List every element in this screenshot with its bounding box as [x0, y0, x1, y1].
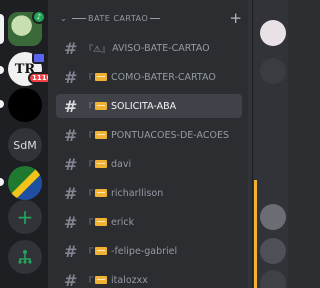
add-server-button[interactable]: + — [8, 200, 42, 234]
channel-prefix-decoration: 『 — [84, 189, 94, 200]
server-unread-indicator — [0, 100, 4, 108]
text-channel-icon: # — [64, 154, 78, 174]
category-header[interactable]: ⌄ BATE CARTAO + — [60, 8, 248, 28]
channel-item[interactable]: # 『 richarllison — [56, 181, 242, 205]
channel-prefix-decoration: 『 — [84, 131, 94, 142]
discover-servers-button[interactable] — [8, 240, 42, 274]
member-list-divider — [252, 0, 253, 288]
channel-item[interactable]: # 『 erick — [56, 210, 242, 234]
folder-icon — [95, 73, 108, 81]
channel-item[interactable]: # 『 SOLICITA-ABA — [56, 94, 242, 118]
channel-prefix-decoration: 『 — [84, 276, 94, 287]
channel-name: -felipe-gabriel — [111, 245, 178, 257]
member-avatar[interactable] — [260, 204, 286, 230]
channel-item[interactable]: # 『 PONTUACOES-DE-ACOES — [56, 123, 242, 147]
channel-item[interactable]: # 『 -felipe-gabriel — [56, 239, 242, 263]
text-channel-icon: # — [64, 241, 78, 261]
text-channel-icon: # — [64, 270, 78, 288]
server-icon-4[interactable]: SdM — [8, 128, 42, 162]
server-4-initials: SdM — [13, 138, 37, 152]
channel-name: davi — [111, 158, 132, 170]
channel-name: italozxx — [111, 274, 148, 286]
channel-name: AVISO-BATE-CARTAO — [112, 42, 210, 54]
text-channel-icon: # — [64, 38, 78, 58]
screen-share-icon — [32, 52, 46, 64]
folder-icon — [95, 218, 108, 226]
channel-name: erick — [111, 216, 135, 228]
text-channel-icon: # — [64, 67, 78, 87]
text-channel-icon: # — [64, 125, 78, 145]
channel-name: PONTUACOES-DE-ACOES — [111, 129, 230, 141]
channel-item[interactable]: # 『⚠』 AVISO-BATE-CARTAO — [56, 36, 242, 60]
folder-icon — [95, 160, 108, 168]
channel-prefix-decoration: 『 — [84, 247, 94, 258]
channel-prefix-decoration: 『 — [84, 102, 94, 113]
folder-icon — [95, 102, 108, 110]
plus-icon: + — [16, 205, 34, 229]
channel-list: ⌄ BATE CARTAO + # 『⚠』 AVISO-BATE-CARTAO # 『 C… — [48, 0, 248, 288]
channel-name: COMO-BATER-CARTAO — [111, 71, 216, 83]
category-divider-right — [150, 17, 161, 19]
folder-icon — [95, 247, 108, 255]
channel-prefix-decoration: 『 — [84, 73, 94, 84]
member-avatar[interactable] — [260, 58, 286, 84]
channel-prefix-decoration: 『⚠』 — [84, 44, 111, 55]
member-avatar[interactable] — [260, 20, 286, 46]
category-label: BATE CARTAO — [88, 13, 149, 23]
channel-name: SOLICITA-ABA — [111, 100, 177, 112]
channel-prefix-decoration: 『 — [84, 160, 94, 171]
text-channel-icon: # — [64, 212, 78, 232]
chevron-down-icon: ⌄ — [60, 13, 67, 23]
channel-name: richarllison — [111, 187, 164, 199]
text-channel-icon: # — [64, 96, 78, 116]
voice-speaker-icon: ♪ — [32, 10, 46, 24]
server-unread-indicator — [0, 66, 4, 74]
server-rail: ♪ TR 1110 SdM + — [0, 0, 56, 288]
channel-item[interactable]: # 『 davi — [56, 152, 242, 176]
member-avatar[interactable] — [260, 238, 286, 264]
member-avatar[interactable] — [260, 270, 286, 288]
role-color-strip — [254, 180, 257, 288]
server-selected-indicator — [0, 14, 4, 44]
folder-icon — [95, 276, 108, 284]
server-icon-3[interactable] — [8, 88, 42, 122]
category-divider-left — [72, 17, 86, 19]
create-channel-button[interactable]: + — [229, 8, 242, 28]
text-channel-icon: # — [64, 183, 78, 203]
channel-item[interactable]: # 『 italozxx — [56, 268, 242, 288]
folder-icon — [95, 131, 108, 139]
channel-prefix-decoration: 『 — [84, 218, 94, 229]
channel-item[interactable]: # 『 COMO-BATER-CARTAO — [56, 65, 242, 89]
server-unread-indicator — [0, 178, 4, 186]
folder-icon — [95, 189, 108, 197]
server-icon-5[interactable] — [8, 166, 42, 200]
hub-icon — [18, 250, 32, 264]
